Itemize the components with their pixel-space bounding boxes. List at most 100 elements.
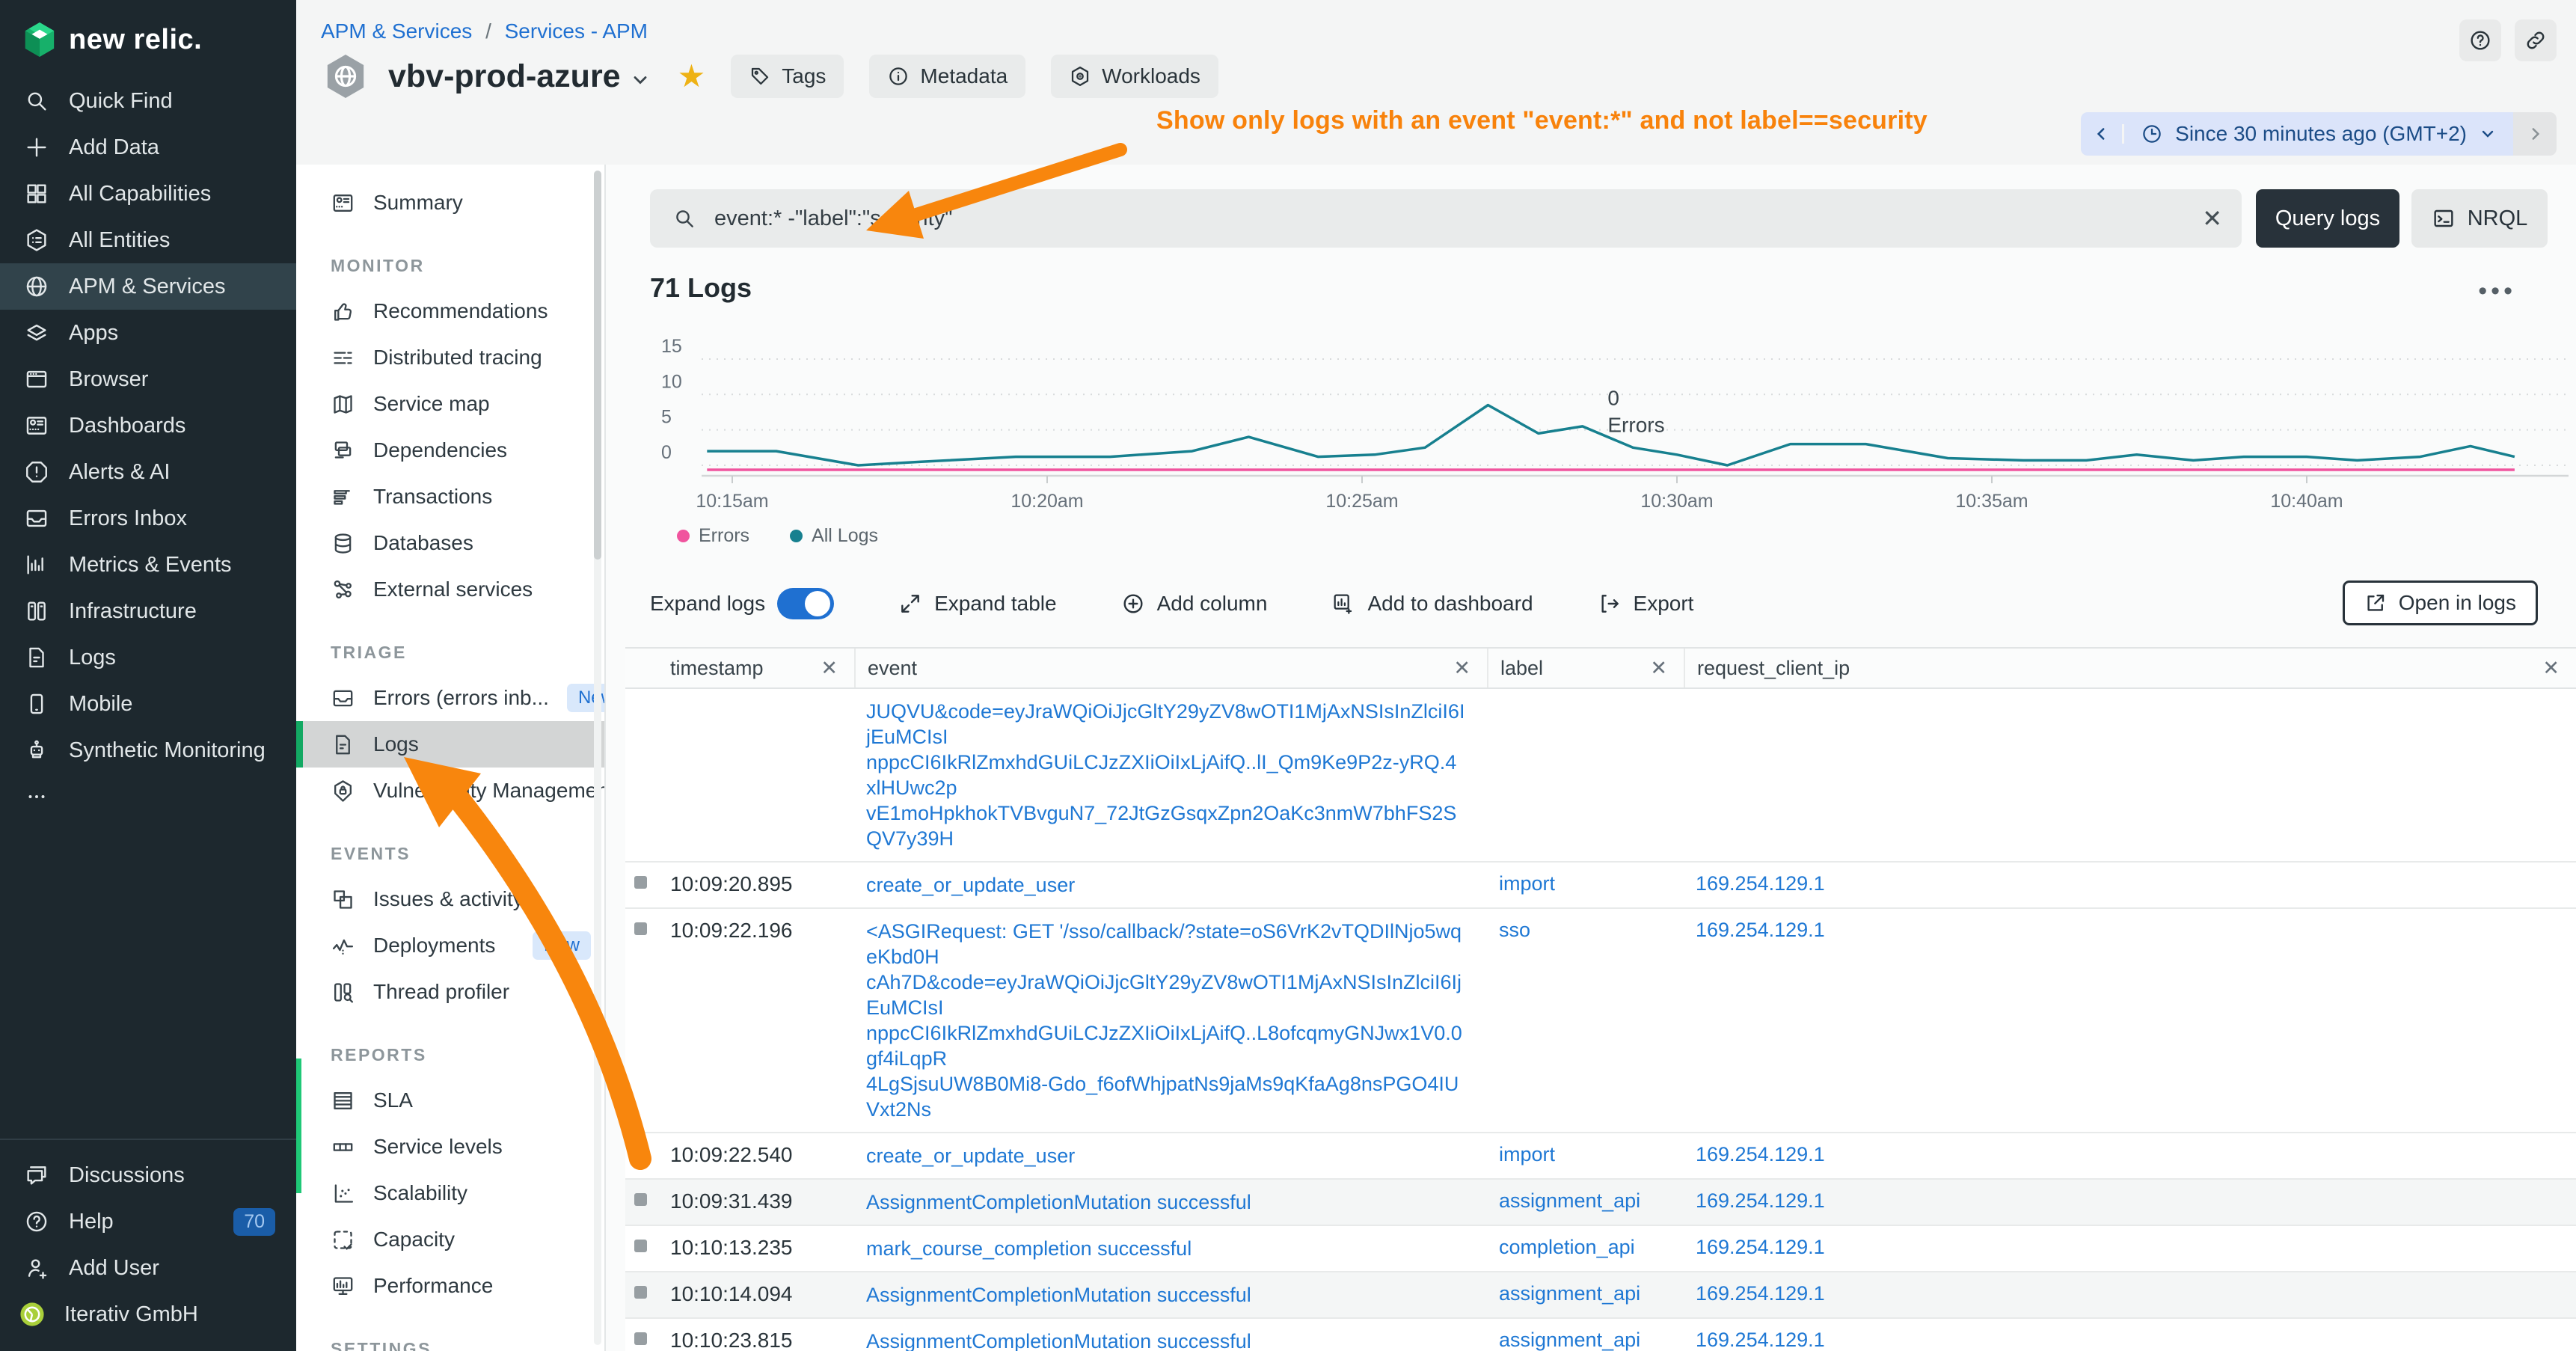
time-back-button[interactable] bbox=[2081, 124, 2124, 144]
open-in-logs-button[interactable]: Open in logs bbox=[2343, 580, 2538, 625]
cell-label-link[interactable]: import bbox=[1487, 1133, 1684, 1178]
cell-request-client-ip-link[interactable]: 169.254.129.1 bbox=[1684, 909, 2576, 1132]
sidebar-item-apm-services[interactable]: APM & Services bbox=[0, 263, 296, 310]
log-event-link[interactable]: AssignmentCompletionMutation successful bbox=[854, 1272, 1487, 1317]
entity-chevron-down-icon[interactable] bbox=[630, 70, 651, 91]
subnav-item-external-services[interactable]: External services bbox=[296, 566, 604, 613]
subnav-item-capacity[interactable]: Capacity bbox=[296, 1216, 604, 1263]
remove-column-icon[interactable]: ✕ bbox=[1453, 657, 1471, 680]
table-row[interactable]: 10:09:20.895create_or_update_userimport1… bbox=[625, 863, 2576, 909]
cell-request-client-ip-link[interactable]: 169.254.129.1 bbox=[1684, 1180, 2576, 1225]
log-event-link[interactable]: JUQVU&code=eyJraWQiOiJjcGltY29yZV8wOTI1M… bbox=[854, 689, 1487, 861]
subnav-item-thread-profiler[interactable]: Thread profiler bbox=[296, 969, 604, 1015]
sidebar-item-quick-find[interactable]: Quick Find bbox=[0, 78, 296, 124]
legend-item-errors[interactable]: Errors bbox=[677, 525, 749, 547]
clear-query-icon[interactable]: ✕ bbox=[2202, 204, 2222, 233]
subnav-item-service-levels[interactable]: Service levels bbox=[296, 1124, 604, 1170]
table-row[interactable]: 10:10:23.815AssignmentCompletionMutation… bbox=[625, 1319, 2576, 1351]
row-checkbox[interactable] bbox=[634, 1286, 647, 1299]
remove-column-icon[interactable]: ✕ bbox=[2542, 657, 2560, 680]
cell-label-link[interactable] bbox=[1487, 689, 1684, 861]
sidebar-item-dashboards[interactable]: Dashboards bbox=[0, 402, 296, 449]
breadcrumb-apm-services[interactable]: APM & Services bbox=[321, 19, 472, 43]
table-row[interactable]: 10:10:14.094AssignmentCompletionMutation… bbox=[625, 1272, 2576, 1319]
table-row[interactable]: 10:10:13.235mark_course_completion succe… bbox=[625, 1226, 2576, 1272]
subnav-item-errors-errors-inb[interactable]: Errors (errors inb...New bbox=[296, 675, 604, 721]
subnav-scrollbar-thumb[interactable] bbox=[594, 171, 601, 560]
time-forward-button[interactable] bbox=[2513, 112, 2557, 156]
cell-label-link[interactable]: assignment_api bbox=[1487, 1319, 1684, 1351]
cell-request-client-ip-link[interactable]: 169.254.129.1 bbox=[1684, 1226, 2576, 1271]
sidebar-item-apps[interactable]: Apps bbox=[0, 310, 296, 356]
copy-link-button[interactable] bbox=[2515, 19, 2557, 61]
sidebar-item-errors-inbox[interactable]: Errors Inbox bbox=[0, 495, 296, 542]
sidebar-item-add-data[interactable]: Add Data bbox=[0, 124, 296, 171]
subnav-item-summary[interactable]: Summary bbox=[296, 180, 604, 226]
table-row[interactable]: 10:09:22.540create_or_update_userimport1… bbox=[625, 1133, 2576, 1180]
subnav-item-sla[interactable]: SLA bbox=[296, 1077, 604, 1124]
add-to-dashboard-button[interactable]: Add to dashboard bbox=[1331, 592, 1533, 616]
subnav-item-service-map[interactable]: Service map bbox=[296, 381, 604, 427]
log-event-link[interactable]: create_or_update_user bbox=[854, 863, 1487, 907]
log-event-link[interactable]: create_or_update_user bbox=[854, 1133, 1487, 1178]
remove-column-icon[interactable]: ✕ bbox=[1650, 657, 1667, 680]
cell-request-client-ip-link[interactable]: 169.254.129.1 bbox=[1684, 1133, 2576, 1178]
legend-item-all-logs[interactable]: All Logs bbox=[790, 525, 878, 547]
sidebar-item-iterativ-gmbh[interactable]: Iterativ GmbH bbox=[0, 1291, 296, 1338]
cell-request-client-ip-link[interactable]: 169.254.129.1 bbox=[1684, 863, 2576, 907]
subnav-item-dependencies[interactable]: Dependencies bbox=[296, 427, 604, 474]
log-event-link[interactable]: AssignmentCompletionMutation successful bbox=[854, 1180, 1487, 1225]
log-event-link[interactable]: <ASGIRequest: GET '/sso/callback/?state=… bbox=[854, 909, 1487, 1132]
sidebar-item-more[interactable] bbox=[0, 773, 296, 820]
cell-label-link[interactable]: assignment_api bbox=[1487, 1180, 1684, 1225]
sidebar-item-mobile[interactable]: Mobile bbox=[0, 681, 296, 727]
row-checkbox[interactable] bbox=[634, 922, 647, 935]
sidebar-item-logs[interactable]: Logs bbox=[0, 634, 296, 681]
subnav-item-databases[interactable]: Databases bbox=[296, 520, 604, 566]
subnav-item-issues-activity[interactable]: Issues & activity bbox=[296, 876, 604, 922]
expand-logs-toggle[interactable] bbox=[777, 588, 834, 619]
cell-label-link[interactable]: assignment_api bbox=[1487, 1272, 1684, 1317]
cell-request-client-ip-link[interactable] bbox=[1684, 689, 2576, 861]
row-checkbox[interactable] bbox=[634, 1147, 647, 1159]
subnav-item-logs[interactable]: Logs bbox=[296, 721, 604, 768]
table-row[interactable]: 10:09:31.439AssignmentCompletionMutation… bbox=[625, 1180, 2576, 1226]
nrql-button[interactable]: NRQL bbox=[2411, 189, 2548, 248]
new-relic-logo[interactable]: new relic. bbox=[0, 0, 296, 78]
sidebar-item-infrastructure[interactable]: Infrastructure bbox=[0, 588, 296, 634]
subnav-item-recommendations[interactable]: Recommendations bbox=[296, 288, 604, 334]
subnav-item-scalability[interactable]: Scalability bbox=[296, 1170, 604, 1216]
subnav-item-deployments[interactable]: DeploymentsNew bbox=[296, 922, 604, 969]
log-query-input[interactable]: event:* -"label":"security" bbox=[714, 206, 952, 231]
row-checkbox[interactable] bbox=[634, 1193, 647, 1206]
table-row[interactable]: JUQVU&code=eyJraWQiOiJjcGltY29yZV8wOTI1M… bbox=[625, 689, 2576, 863]
sidebar-item-synthetic-monitoring[interactable]: Synthetic Monitoring bbox=[0, 727, 296, 773]
export-button[interactable]: Export bbox=[1598, 592, 1694, 616]
log-event-link[interactable]: mark_course_completion successful bbox=[854, 1226, 1487, 1271]
sidebar-item-all-entities[interactable]: All Entities bbox=[0, 217, 296, 263]
subnav-item-performance[interactable]: Performance bbox=[296, 1263, 604, 1309]
time-range-selector[interactable]: Since 30 minutes ago (GMT+2) bbox=[2124, 122, 2513, 146]
expand-table-button[interactable]: Expand table bbox=[898, 592, 1056, 616]
row-checkbox[interactable] bbox=[634, 876, 647, 889]
row-checkbox[interactable] bbox=[634, 1332, 647, 1345]
cell-label-link[interactable]: sso bbox=[1487, 909, 1684, 1132]
sidebar-item-alerts-ai[interactable]: Alerts & AI bbox=[0, 449, 296, 495]
cell-request-client-ip-link[interactable]: 169.254.129.1 bbox=[1684, 1319, 2576, 1351]
log-event-link[interactable]: AssignmentCompletionMutation successful bbox=[854, 1319, 1487, 1351]
sidebar-item-help[interactable]: Help70 bbox=[0, 1198, 296, 1245]
cell-label-link[interactable]: completion_api bbox=[1487, 1226, 1684, 1271]
cell-request-client-ip-link[interactable]: 169.254.129.1 bbox=[1684, 1272, 2576, 1317]
subnav-item-distributed-tracing[interactable]: Distributed tracing bbox=[296, 334, 604, 381]
breadcrumb-services-apm[interactable]: Services - APM bbox=[505, 19, 648, 43]
subnav-item-transactions[interactable]: Transactions bbox=[296, 474, 604, 520]
log-query-bar[interactable]: event:* -"label":"security" ✕ bbox=[650, 189, 2242, 248]
tags-button[interactable]: Tags bbox=[731, 55, 844, 98]
sidebar-item-all-capabilities[interactable]: All Capabilities bbox=[0, 171, 296, 217]
cell-label-link[interactable]: import bbox=[1487, 863, 1684, 907]
table-row[interactable]: 10:09:22.196<ASGIRequest: GET '/sso/call… bbox=[625, 909, 2576, 1133]
sidebar-item-add-user[interactable]: Add User bbox=[0, 1245, 296, 1291]
sidebar-item-discussions[interactable]: Discussions bbox=[0, 1152, 296, 1198]
help-circle-button[interactable] bbox=[2459, 19, 2501, 61]
add-column-button[interactable]: Add column bbox=[1121, 592, 1268, 616]
